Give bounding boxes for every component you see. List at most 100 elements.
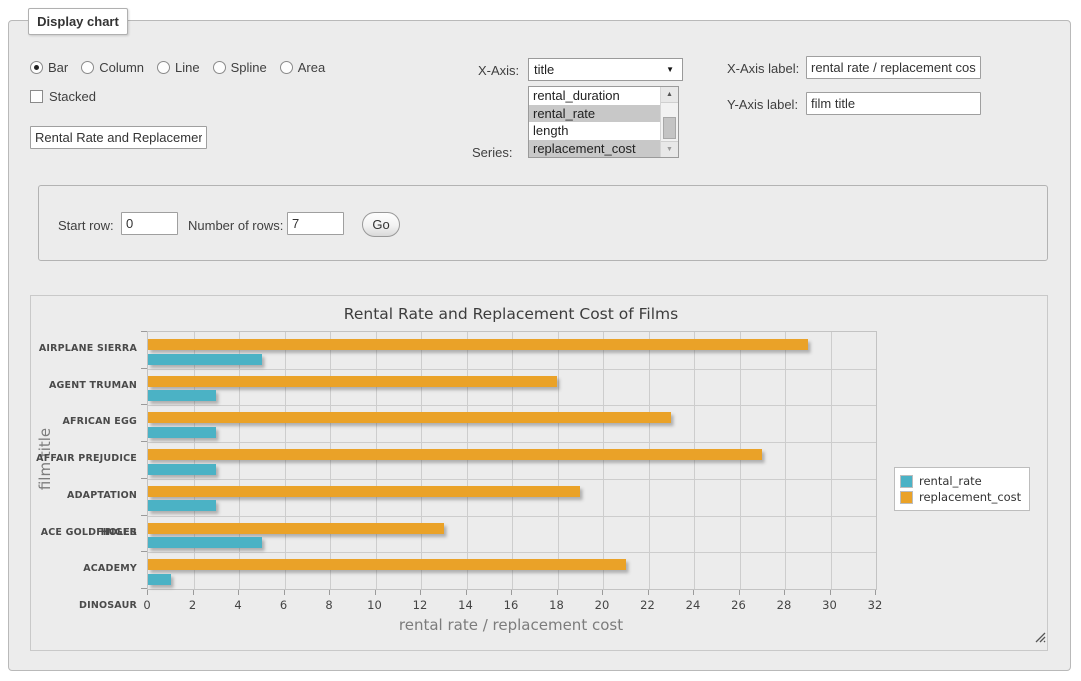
xaxis-label-input[interactable] [806,56,981,79]
x-axis-label: rental rate / replacement cost [147,616,875,634]
yaxis-label-input[interactable] [806,92,981,115]
grid-line [194,332,195,589]
x-tick-mark [648,590,649,595]
series-options: rental_duration rental_rate length repla… [529,87,660,157]
x-tick-label: 2 [176,598,210,612]
radio-spline[interactable]: Spline [213,60,267,75]
category-label: ADAPTATION HOLES [31,478,137,515]
radio-area-label: Area [298,60,325,75]
x-tick-label: 8 [312,598,346,612]
grid-line [831,332,832,589]
x-tick-mark [784,590,785,595]
scroll-up-icon[interactable]: ▲ [661,87,678,103]
grid-line [467,332,468,589]
grid-line [330,332,331,589]
chevron-down-icon[interactable]: ▼ [666,65,674,74]
grid-line [148,405,876,406]
option-length[interactable]: length [529,122,660,140]
start-row-input[interactable] [121,212,178,235]
x-tick-mark [511,590,512,595]
grid-line [649,332,650,589]
x-tick-mark [420,590,421,595]
grid-line [785,332,786,589]
bar-replacement_cost [148,523,444,534]
bar-replacement_cost [148,449,762,460]
y-tick-mark [141,331,147,332]
category-label: AIRPLANE SIERRA [31,331,137,368]
x-tick-mark [875,590,876,595]
grid-line [148,552,876,553]
x-tick-mark [193,590,194,595]
scroll-down-icon[interactable]: ▼ [661,141,678,157]
radio-line-icon[interactable] [157,61,170,74]
radio-area-icon[interactable] [280,61,293,74]
chart-container: Rental Rate and Replacement Cost of Film… [30,295,1048,651]
listbox-scrollbar[interactable]: ▲ ▼ [660,87,678,157]
option-rental-duration[interactable]: rental_duration [529,87,660,105]
x-tick-label: 30 [813,598,847,612]
xaxis-label-field-label: X-Axis label: [727,61,799,76]
y-tick-mark [141,404,147,405]
xaxis-select-label: X-Axis: [478,63,519,78]
grid-line [148,516,876,517]
x-tick-mark [466,590,467,595]
stacked-label: Stacked [49,89,96,104]
legend-swatch-icon [900,475,913,488]
chart-title: Rental Rate and Replacement Cost of Film… [147,305,875,323]
x-tick-label: 28 [767,598,801,612]
grid-line [558,332,559,589]
x-tick-label: 6 [267,598,301,612]
num-rows-input[interactable] [287,212,344,235]
radio-spline-icon[interactable] [213,61,226,74]
scrollbar-thumb[interactable] [663,117,676,139]
grid-line [740,332,741,589]
y-tick-mark [141,551,147,552]
chart-title-input[interactable] [30,126,207,149]
bar-replacement_cost [148,486,580,497]
grid-line [285,332,286,589]
x-tick-label: 18 [540,598,574,612]
yaxis-label-field-label: Y-Axis label: [727,97,798,112]
x-tick-mark [830,590,831,595]
radio-column[interactable]: Column [81,60,144,75]
x-tick-label: 22 [631,598,665,612]
grid-line [148,369,876,370]
grid-line [376,332,377,589]
x-tick-mark [739,590,740,595]
option-rental-rate[interactable]: rental_rate [529,105,660,123]
radio-area[interactable]: Area [280,60,325,75]
start-row-label: Start row: [58,218,114,233]
radio-bar[interactable]: Bar [30,60,68,75]
stacked-checkbox[interactable] [30,90,43,103]
grid-line [239,332,240,589]
x-tick-mark [147,590,148,595]
xaxis-select-value: title [534,62,554,77]
x-tick-mark [557,590,558,595]
bar-rental_rate [148,464,216,475]
category-label: ACE GOLDFINGER [31,515,137,552]
y-tick-mark [141,368,147,369]
x-tick-label: 10 [358,598,392,612]
series-listbox[interactable]: rental_duration rental_rate length repla… [528,86,679,158]
go-button[interactable]: Go [362,212,400,237]
xaxis-select[interactable]: title ▼ [528,58,683,81]
x-tick-label: 24 [676,598,710,612]
grid-line [421,332,422,589]
legend-label: rental_rate [919,474,982,488]
option-replacement-cost[interactable]: replacement_cost [529,140,660,158]
grid-line [512,332,513,589]
x-tick-label: 14 [449,598,483,612]
x-tick-mark [284,590,285,595]
resize-grip-icon[interactable] [1034,631,1046,643]
bar-rental_rate [148,537,262,548]
stacked-checkbox-row[interactable]: Stacked [30,89,96,104]
radio-bar-icon[interactable] [30,61,43,74]
x-tick-label: 12 [403,598,437,612]
radio-column-icon[interactable] [81,61,94,74]
chart-type-radio-group: Bar Column Line Spline Area [30,60,338,75]
category-label: AFFAIR PREJUDICE [31,441,137,478]
grid-line [694,332,695,589]
legend-item: replacement_cost [900,490,1021,504]
radio-bar-label: Bar [48,60,68,75]
radio-line[interactable]: Line [157,60,200,75]
